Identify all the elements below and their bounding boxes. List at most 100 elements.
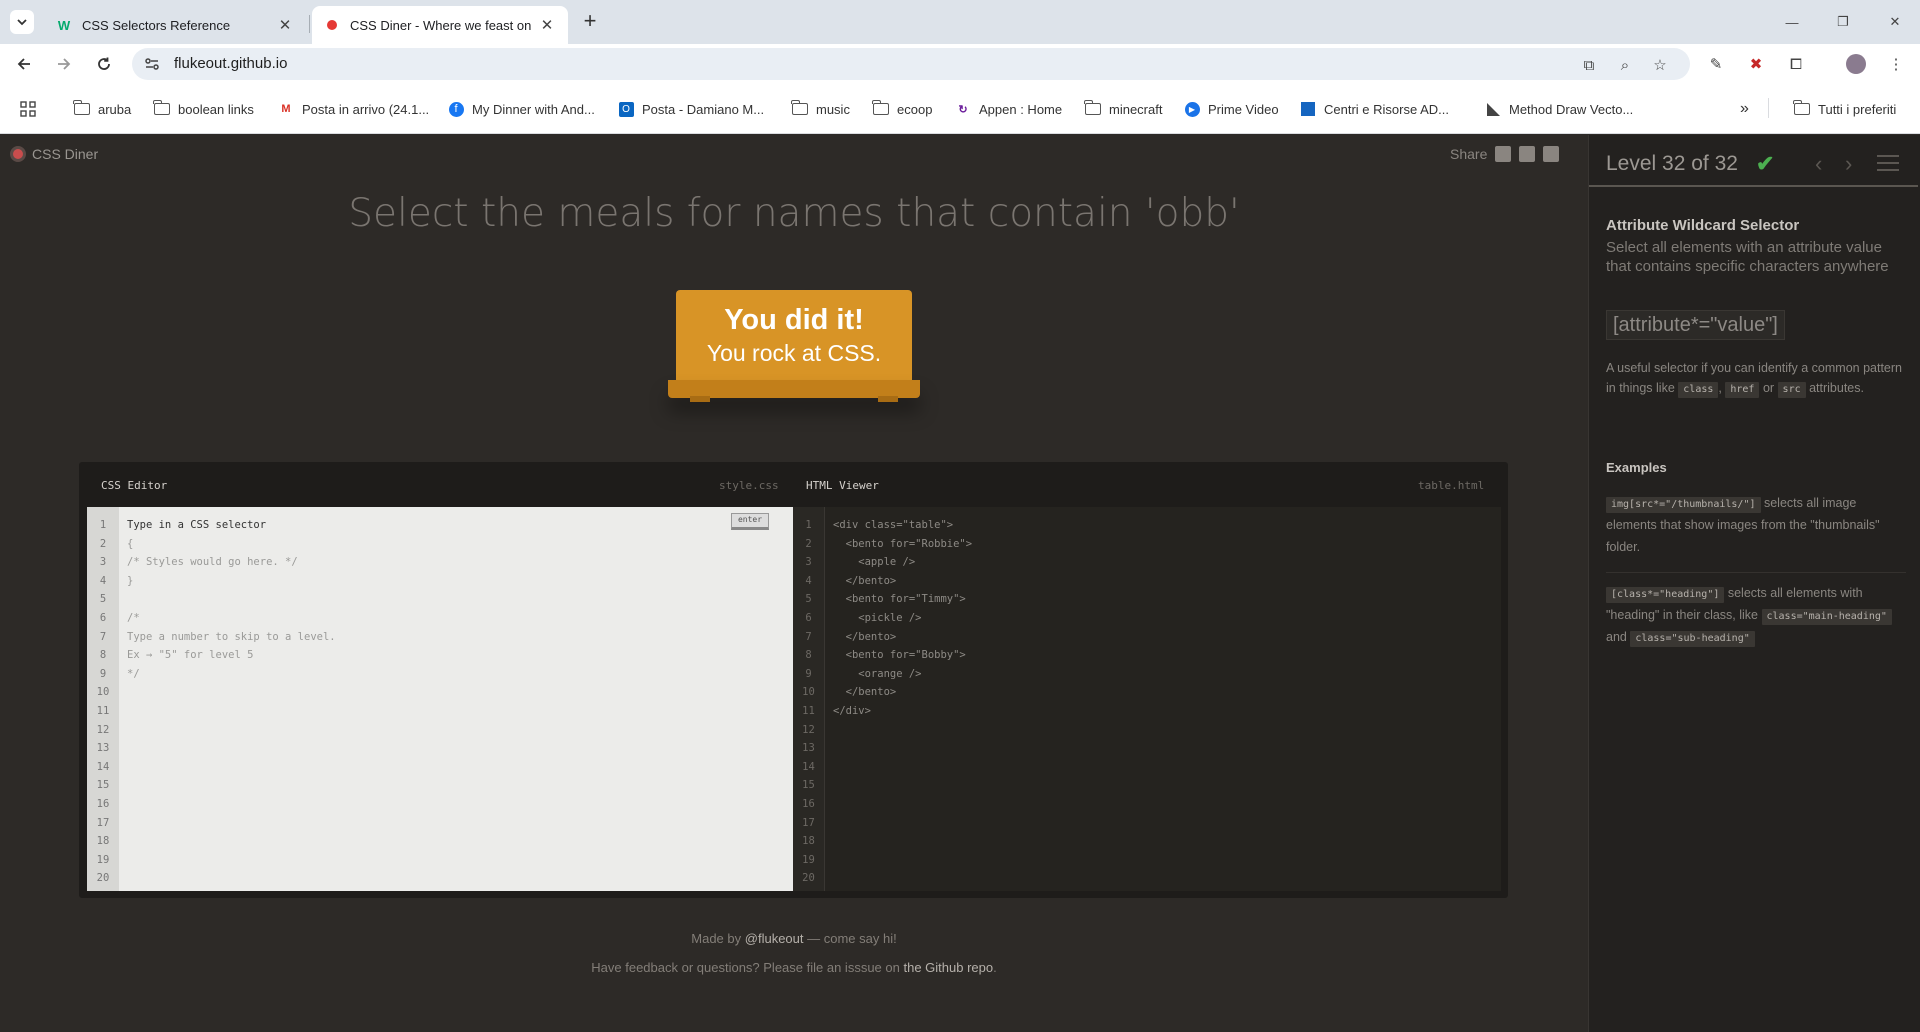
line-number: 8 [99,649,107,662]
apps-icon[interactable] [20,98,36,120]
folder-icon [1793,100,1810,115]
zoom-icon[interactable]: ⌕ [1616,56,1634,74]
reload-button[interactable] [90,50,118,78]
html-file-name: table.html [1418,479,1485,492]
plate-icon [10,146,26,162]
bookmark-adobe[interactable]: Centri e Risorse AD... [1300,98,1449,120]
bookmark-minecraft[interactable]: minecraft [1084,98,1162,120]
back-button[interactable] [10,50,38,78]
restore-button[interactable]: ❐ [1820,0,1866,44]
code-line: } [127,574,134,587]
url-text: flukeout.github.io [174,55,288,72]
more-bookmarks-button[interactable]: » [1740,98,1749,120]
line-number: 14 [96,760,110,773]
line-number: 1 [805,519,812,531]
line-number: 8 [805,649,812,662]
code-tag: class="sub-heading" [1630,631,1755,647]
extensions-puzzle-icon[interactable]: ⧠ [1786,54,1806,74]
line-number: 17 [96,816,110,829]
twitter-icon[interactable] [1543,146,1560,162]
css-file-name: style.css [719,479,779,492]
close-icon[interactable]: ✕ [538,16,556,34]
new-tab-button[interactable]: + [578,10,602,34]
address-bar[interactable]: flukeout.github.io ⧉ ⌕ ☆ [132,48,1690,80]
tab-search-button[interactable] [10,10,34,34]
forward-button[interactable] [50,50,78,78]
line-number: 20 [802,872,815,885]
line-number: 6 [805,611,812,624]
level-progress-bar [1589,185,1918,187]
markup-line: <orange /> [833,667,922,680]
facebook-icon: f [448,101,464,117]
markup-line: <apple /> [833,556,916,569]
line-number: 10 [96,686,110,699]
translate-icon[interactable]: ⧉ [1580,56,1598,74]
github-repo-link[interactable]: the Github repo [903,960,993,975]
bookmark-star-icon[interactable]: ☆ [1651,56,1669,74]
browser-menu-icon[interactable]: ⋮ [1886,54,1906,74]
tab-css-diner[interactable]: CSS Diner - Where we feast on ✕ [312,6,568,44]
code-line: /* [127,611,140,624]
email-icon[interactable] [1495,146,1512,162]
bookmark-appen[interactable]: ↻ Appen : Home [955,98,1062,120]
level-menu-icon[interactable] [1877,155,1899,171]
flukeout-link[interactable]: @flukeout [745,931,804,946]
extension-icon[interactable]: ✖ [1746,54,1766,74]
code-tag: [class*="heading"] [1606,587,1725,603]
code-tag: src [1777,382,1806,398]
html-viewer: 1 2 3 4 5 6 7 8 9 10 11 12 13 14 15 16 17 18 19 20 <div cla… [793,507,1501,891]
previous-level-button[interactable]: ‹ [1815,151,1822,177]
tab-css-selectors-reference[interactable]: W CSS Selectors Reference ✕ [44,6,306,44]
outlook-icon: O [618,101,634,117]
enter-button[interactable]: enter [731,513,769,530]
facebook-icon[interactable] [1519,146,1536,162]
prime-video-icon: ▶ [1184,101,1200,117]
bookmark-boolean-links[interactable]: boolean links [153,98,254,120]
close-icon[interactable]: ✕ [276,16,294,34]
gmail-icon: M [281,103,291,115]
markup-line: </div> [833,704,871,717]
bookmark-gmail[interactable]: M Posta in arrivo (24.1... [278,98,429,120]
bookmark-music[interactable]: music [791,98,850,120]
selector-name: Attribute Wildcard Selector [1606,217,1800,234]
close-window-button[interactable]: ✕ [1872,0,1918,44]
site-logo[interactable]: CSS Diner [10,146,98,162]
line-number: 4 [805,574,812,587]
eyedropper-extension-icon[interactable]: ✎ [1706,54,1726,74]
code-tag: class [1678,382,1719,398]
css-line-numbers: 1 2 3 4 5 6 7 8 9 10 11 12 13 14 15 16 17 18 19 20 [87,507,119,891]
examples-heading: Examples [1606,460,1667,475]
html-markup: <div class="table"> <bento for="Robbie">… [833,516,972,721]
profile-avatar[interactable] [1846,54,1866,74]
code-tag: img[src*="/thumbnails/"] [1606,497,1761,513]
bookmark-prime-video[interactable]: ▶ Prime Video [1184,98,1279,120]
css-diner-page: CSS Diner Share Select the meals for nam… [0,135,1920,1032]
bookmark-all-favorites[interactable]: Tutti i preferiti [1793,98,1896,120]
line-number: 3 [99,556,107,569]
browser-toolbar: flukeout.github.io ⧉ ⌕ ☆ ✎ ✖ ⧠ ⋮ [0,44,1920,84]
minimize-button[interactable]: — [1769,0,1815,44]
bookmark-aruba[interactable]: aruba [73,98,131,120]
line-number: 5 [99,593,107,606]
bookmark-ecoop[interactable]: ecoop [872,98,932,120]
next-level-button[interactable]: › [1845,151,1852,177]
line-number: 15 [96,779,110,792]
markup-line: </bento> [833,574,897,587]
line-number: 17 [802,816,815,829]
line-number: 19 [802,853,815,866]
css-input[interactable]: Type in a CSS selector {/* Styles would g… [127,516,336,683]
site-info-icon[interactable] [144,56,160,72]
tab-title: CSS Diner - Where we feast on [350,17,532,33]
markup-line: <bento for="Bobby"> [833,649,966,662]
bookmark-method-draw[interactable]: Method Draw Vecto... [1485,98,1633,120]
editor-panel: CSS Editor style.css HTML Viewer table.h… [79,462,1508,898]
bookmark-outlook[interactable]: O Posta - Damiano M... [618,98,764,120]
line-number: 1 [99,519,107,531]
footer-feedback: Have feedback or questions? Please file … [591,960,997,975]
bookmark-facebook[interactable]: f My Dinner with And... [448,98,595,120]
line-number: 19 [96,853,110,866]
w3schools-icon: W [57,17,71,33]
level-indicator: Level 32 of 32 [1606,152,1738,175]
css-editor[interactable]: 1 2 3 4 5 6 7 8 9 10 11 12 13 14 15 16 17 18 19 20 Type in … [87,507,793,891]
line-number: 12 [96,723,110,736]
